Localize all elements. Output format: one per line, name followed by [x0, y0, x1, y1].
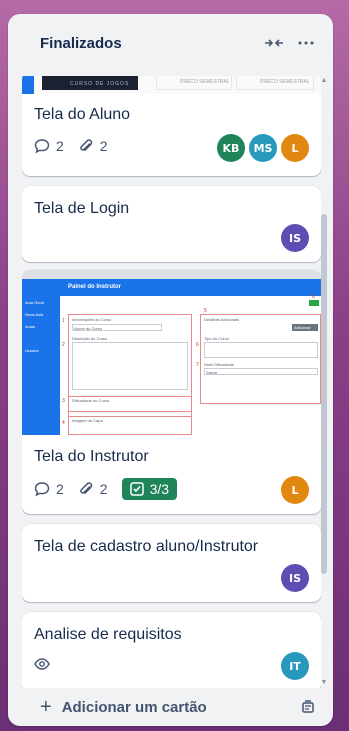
cover-sidebar-item: Aulas: [25, 324, 36, 329]
collapse-list-button[interactable]: [261, 30, 287, 56]
comment-icon: [34, 482, 50, 497]
cover-label: Dificuldade do Curso: [72, 398, 110, 403]
card-title: Analise de requisitos: [34, 626, 182, 643]
avatar[interactable]: L: [281, 476, 309, 504]
comments-badge: 2: [34, 138, 64, 154]
cover-label: Descrição do Curso: [72, 336, 108, 341]
list-finalizados: Finalizados CURSO DE JOGOS PRECO SEMESTR…: [8, 14, 333, 726]
list-title[interactable]: Finalizados: [40, 35, 255, 52]
avatar[interactable]: IS: [281, 564, 309, 592]
card-title: Tela do Aluno: [34, 106, 131, 123]
cover-number: 2: [62, 342, 65, 348]
list-header: Finalizados: [8, 14, 333, 72]
cover-app-title: Painel do Instrutor: [68, 284, 122, 290]
eye-icon: [34, 658, 50, 670]
cover-number: 1: [62, 318, 65, 324]
checklist-count: 3/3: [149, 481, 170, 497]
checklist-icon: [129, 482, 144, 496]
card-members: IS: [277, 224, 309, 252]
cover-sidebar-item: Usuário: [25, 348, 39, 353]
create-from-template-button[interactable]: [297, 696, 319, 718]
add-card-footer: + Adicionar um cartão: [8, 688, 333, 726]
card-badges: [34, 656, 70, 672]
card-tela-do-instrutor[interactable]: Painel do Instrutor Aula Geral Nova Aula…: [22, 270, 321, 514]
cover-label: Tipo do Curso: [204, 336, 229, 341]
attachments-count: 2: [99, 481, 108, 497]
card-title: Tela de Login: [34, 200, 130, 217]
card-tela-de-login[interactable]: Tela de Login IS: [22, 186, 321, 262]
card-members: IT: [277, 652, 309, 680]
avatar[interactable]: MS: [249, 134, 277, 162]
scroll-down-arrow-icon[interactable]: ▼: [319, 678, 329, 688]
card-template-icon: [302, 700, 314, 713]
card-analise-de-requisitos[interactable]: Analise de requisitos IT: [22, 612, 321, 688]
scroll-thumb[interactable]: [321, 214, 327, 574]
card-badges: 2 2: [34, 138, 122, 154]
avatar[interactable]: KB: [217, 134, 245, 162]
card-members: L: [277, 476, 309, 504]
cover-number: 7: [196, 362, 199, 368]
cover-label: Detalhes Adicionais: [204, 317, 239, 322]
comments-count: 2: [56, 138, 64, 154]
cover-label: Salvar: [206, 370, 218, 375]
card-cover: CURSO DE JOGOS PRECO SEMESTRAL PRECO SEM…: [22, 76, 321, 94]
paperclip-icon: [79, 482, 93, 494]
cover-number: 6: [196, 342, 199, 348]
cover-label: Adicionar: [294, 325, 311, 330]
checklist-badge: 3/3: [121, 478, 178, 500]
avatar[interactable]: IS: [281, 224, 309, 252]
comment-icon: [34, 139, 50, 154]
more-horizontal-icon: [298, 41, 314, 45]
cover-number: 4: [62, 420, 65, 426]
scroll-up-arrow-icon[interactable]: ▲: [319, 76, 329, 86]
cover-sidebar-item: Aula Geral: [25, 300, 44, 305]
cover-text: CURSO DE JOGOS: [70, 81, 130, 87]
card-tela-do-aluno[interactable]: CURSO DE JOGOS PRECO SEMESTRAL PRECO SEM…: [22, 76, 321, 176]
cover-text: PRECO SEMESTRAL: [260, 79, 310, 85]
cover-label: Imagem da Capa: [72, 418, 103, 423]
card-title: Tela de cadastro aluno/Instrutor: [34, 538, 259, 555]
watching-badge: [34, 656, 56, 672]
cover-text: PRECO SEMESTRAL: [180, 79, 230, 85]
avatar[interactable]: IT: [281, 652, 309, 680]
card-list: CURSO DE JOGOS PRECO SEMESTRAL PRECO SEM…: [22, 76, 321, 688]
attachments-badge: 2: [78, 481, 108, 497]
collapse-horizontal-icon: [265, 39, 283, 47]
cover-number: 3: [62, 398, 65, 404]
card-members: IS: [277, 564, 309, 592]
cover-number: 8: [312, 294, 315, 300]
cover-label: Nome do Curso: [74, 326, 103, 331]
cover-label: Nível Dificuldade: [204, 362, 235, 367]
card-badges: 2 2 3/3: [34, 478, 178, 500]
attachments-badge: 2: [78, 138, 108, 154]
paperclip-icon: [79, 139, 93, 151]
comments-count: 2: [56, 481, 64, 497]
avatar[interactable]: L: [281, 134, 309, 162]
list-menu-button[interactable]: [293, 30, 319, 56]
cover-number: 5: [204, 308, 207, 314]
list-scrollbar[interactable]: ▲ ▼: [319, 76, 329, 688]
attachments-count: 2: [99, 138, 108, 154]
comments-badge: 2: [34, 481, 64, 497]
cover-sidebar-item: Nova Aula: [25, 312, 44, 317]
card-members: KB MS L: [213, 134, 309, 162]
cover-label: Informações do Curso: [72, 317, 112, 322]
card-title: Tela do Instrutor: [34, 448, 149, 465]
card-cover-screenshot: Painel do Instrutor Aula Geral Nova Aula…: [22, 270, 321, 435]
add-card-button[interactable]: Adicionar um cartão: [62, 699, 297, 716]
card-tela-de-cadastro[interactable]: Tela de cadastro aluno/Instrutor IS: [22, 524, 321, 602]
plus-icon[interactable]: +: [40, 697, 52, 717]
